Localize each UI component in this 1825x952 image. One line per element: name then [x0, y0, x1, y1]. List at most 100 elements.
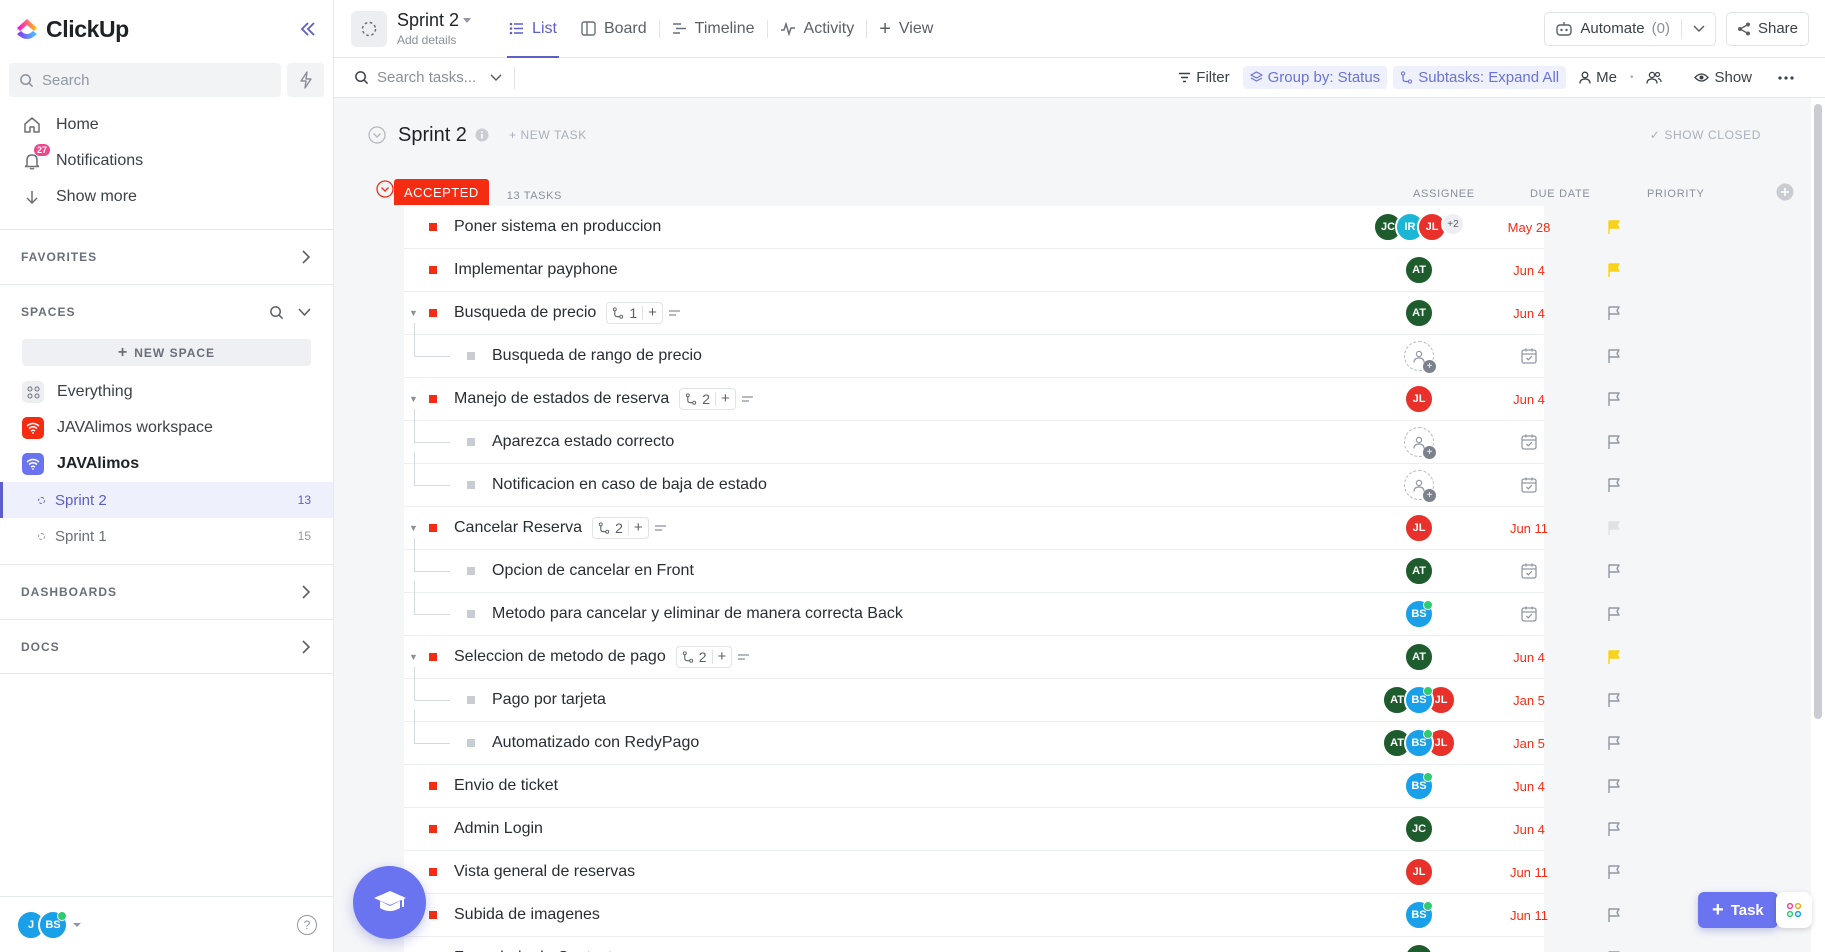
user-menu[interactable]: J BS [16, 909, 82, 940]
subtask-count-chip[interactable]: 2 + [675, 646, 733, 668]
status-square-icon[interactable] [467, 481, 475, 489]
priority-cell[interactable] [1589, 563, 1639, 579]
list-item-sprint-1[interactable]: Sprint 1 15 [0, 518, 333, 554]
task-name[interactable]: Automatizado con RedyPago [492, 734, 699, 752]
learning-center-button[interactable] [353, 866, 426, 939]
status-square-icon[interactable] [429, 868, 437, 876]
avatar[interactable]: BS [1404, 685, 1434, 715]
due-date-cell[interactable] [1474, 605, 1584, 623]
priority-cell[interactable] [1589, 391, 1639, 407]
task-name[interactable]: Busqueda de rango de precio [492, 347, 702, 365]
share-button[interactable]: Share [1725, 11, 1809, 46]
column-header-priority[interactable]: PRIORITY [1647, 188, 1705, 200]
column-header-assignee[interactable]: ASSIGNEE [1413, 188, 1475, 200]
priority-cell[interactable] [1589, 907, 1639, 923]
tab-activity[interactable]: Activity [768, 0, 867, 58]
task-name[interactable]: Aparezca estado correcto [492, 433, 674, 451]
status-square-icon[interactable] [429, 653, 437, 661]
status-square-icon[interactable] [467, 352, 475, 360]
description-icon[interactable] [738, 653, 750, 661]
collapse-sidebar-button[interactable] [297, 18, 319, 40]
subtask-row[interactable]: Metodo para cancelar y eliminar de maner… [404, 581, 1620, 636]
subtask-row[interactable]: Pago por tarjeta AT BS JL Jan 5 [404, 667, 1620, 722]
subtask-count-chip[interactable]: 2 + [592, 517, 649, 539]
quick-action-button[interactable] [287, 63, 324, 97]
assignee-cell[interactable]: BS [1364, 900, 1474, 930]
expand-caret-icon[interactable]: ▼ [409, 652, 418, 662]
due-date-cell[interactable] [1474, 433, 1584, 451]
subtask-count-chip[interactable]: 1 + [606, 302, 663, 324]
subtask-row[interactable]: Aparezca estado correcto + [404, 409, 1620, 464]
automate-button[interactable]: Automate (0) [1544, 11, 1716, 46]
priority-cell[interactable] [1589, 606, 1639, 622]
priority-cell[interactable] [1589, 305, 1639, 321]
task-name[interactable]: Admin Login [454, 820, 543, 838]
space-item-javalimos[interactable]: JAVAlimos [0, 446, 333, 482]
assignee-cell[interactable]: JC [1364, 943, 1474, 952]
status-square-icon[interactable] [467, 438, 475, 446]
new-task-fab[interactable]: + Task [1698, 892, 1778, 928]
priority-cell[interactable] [1589, 219, 1639, 235]
description-icon[interactable] [741, 395, 754, 403]
more-options-button[interactable] [1771, 73, 1801, 83]
add-details-link[interactable]: Add details [397, 33, 471, 47]
avatar[interactable]: JL [1404, 384, 1434, 414]
assignee-cell[interactable]: AT [1364, 298, 1474, 328]
description-icon[interactable] [654, 524, 667, 532]
assignees-filter-button[interactable] [1639, 68, 1669, 87]
due-date-cell[interactable]: Jun 4 [1474, 822, 1584, 837]
task-row[interactable]: Envio de ticket BS Jun 4 [404, 765, 1620, 808]
sidebar-item-home[interactable]: Home [0, 107, 333, 143]
add-subtask-icon[interactable]: + [721, 391, 730, 406]
scrollbar[interactable] [1811, 98, 1825, 952]
priority-cell[interactable] [1589, 477, 1639, 493]
tab-board[interactable]: Board [569, 0, 659, 58]
task-row[interactable]: Subida de imagenes BS Jun 11 [404, 894, 1620, 937]
assignee-cell[interactable]: JL [1364, 857, 1474, 887]
task-row[interactable]: ▼ Busqueda de precio 1 + AT Jun 4 [404, 292, 1620, 335]
tab-list[interactable]: List [497, 0, 569, 58]
task-name[interactable]: Busqueda de precio [454, 304, 596, 322]
list-item-sprint-2[interactable]: Sprint 2 13 [0, 482, 333, 518]
space-item-everything[interactable]: Everything [0, 374, 333, 410]
assignee-cell[interactable]: BS [1364, 599, 1474, 629]
add-assignee-icon[interactable]: + [1404, 341, 1436, 373]
avatar[interactable]: AT [1404, 255, 1434, 285]
add-subtask-icon[interactable]: + [718, 649, 727, 664]
task-name[interactable]: Opcion de cancelar en Front [492, 562, 694, 580]
assignee-cell[interactable]: + [1364, 427, 1474, 459]
assignee-cell[interactable]: AT [1364, 556, 1474, 586]
assignee-cell[interactable]: + [1364, 341, 1474, 373]
show-closed-button[interactable]: ✓ SHOW CLOSED [1650, 128, 1761, 142]
task-name[interactable]: Notificacion en caso de baja de estado [492, 476, 767, 494]
task-name[interactable]: Seleccion de metodo de pago [454, 648, 666, 666]
me-filter-button[interactable]: Me [1572, 66, 1624, 89]
assignee-cell[interactable]: JL [1364, 384, 1474, 414]
help-button[interactable]: ? [297, 914, 317, 935]
due-date-cell[interactable] [1474, 347, 1584, 365]
collapse-group-icon[interactable] [376, 180, 394, 198]
due-date-cell[interactable]: Jan 5 [1474, 736, 1584, 751]
expand-caret-icon[interactable]: ▼ [409, 308, 418, 318]
avatar[interactable]: BS [1404, 900, 1434, 930]
task-name[interactable]: Pago por tarjeta [492, 691, 606, 709]
assignee-cell[interactable]: + [1364, 470, 1474, 502]
search-icon[interactable] [269, 305, 284, 320]
add-subtask-icon[interactable]: + [648, 305, 657, 320]
assignee-cell[interactable]: AT BS JL [1364, 728, 1474, 758]
status-square-icon[interactable] [429, 524, 437, 532]
add-subtask-icon[interactable]: + [634, 520, 643, 535]
avatar[interactable]: JL [1404, 857, 1434, 887]
priority-cell[interactable] [1589, 735, 1639, 751]
due-date-cell[interactable] [1474, 476, 1584, 494]
status-square-icon[interactable] [429, 309, 437, 317]
status-square-icon[interactable] [467, 610, 475, 618]
due-date-cell[interactable]: Jun 4 [1474, 306, 1584, 321]
avatar[interactable]: AT [1404, 556, 1434, 586]
chevron-down-icon[interactable] [1693, 24, 1705, 33]
priority-cell[interactable] [1589, 520, 1639, 536]
status-square-icon[interactable] [467, 739, 475, 747]
favorites-section[interactable]: FAVORITES [0, 229, 333, 284]
status-square-icon[interactable] [429, 266, 437, 274]
subtask-count-chip[interactable]: 2 + [679, 388, 736, 410]
